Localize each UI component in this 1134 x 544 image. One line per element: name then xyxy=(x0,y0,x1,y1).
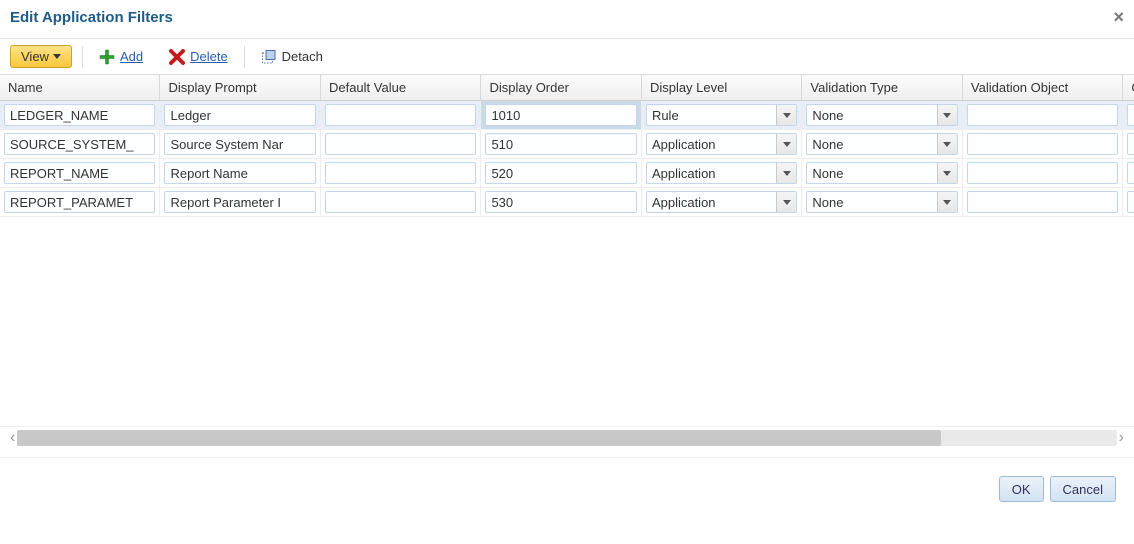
validation_object-input[interactable] xyxy=(967,162,1118,184)
delete-x-icon xyxy=(169,49,185,65)
display_level-value: Application xyxy=(647,134,776,154)
validation_type-select[interactable]: None xyxy=(806,133,957,155)
col-validation-object[interactable]: Validation Object xyxy=(963,75,1123,101)
view-menu-button[interactable]: View xyxy=(10,45,72,68)
chevron-down-icon[interactable] xyxy=(776,163,796,183)
display_order-input[interactable] xyxy=(485,162,636,184)
table-header-row: Name Display Prompt Default Value Displa… xyxy=(0,75,1134,101)
default_value-input[interactable] xyxy=(325,133,476,155)
validation_type-value: None xyxy=(807,134,936,154)
chevron-down-icon[interactable] xyxy=(937,105,957,125)
col-display-prompt[interactable]: Display Prompt xyxy=(160,75,320,101)
detach-icon xyxy=(261,49,277,65)
default_value-input[interactable] xyxy=(325,104,476,126)
display_level-value: Rule xyxy=(647,105,776,125)
ok-button[interactable]: OK xyxy=(999,476,1044,502)
display_prompt-input[interactable] xyxy=(164,191,315,213)
name-input[interactable] xyxy=(4,133,155,155)
view-menu-label: View xyxy=(21,49,49,64)
scroll-left-icon[interactable]: ‹ xyxy=(8,429,17,447)
dialog-title-bar: Edit Application Filters × xyxy=(0,0,1134,39)
condition-input[interactable] xyxy=(1127,133,1134,155)
col-validation-type[interactable]: Validation Type xyxy=(802,75,962,101)
display_level-select[interactable]: Application xyxy=(646,191,797,213)
chevron-down-icon[interactable] xyxy=(937,163,957,183)
horizontal-scrollbar[interactable]: ‹ › xyxy=(0,427,1134,453)
table-row[interactable]: Application None xyxy=(0,188,1134,217)
dialog-title: Edit Application Filters xyxy=(10,9,173,26)
name-input[interactable] xyxy=(4,104,155,126)
col-display-order[interactable]: Display Order xyxy=(481,75,641,101)
detach-button[interactable]: Detach xyxy=(255,47,329,67)
display_level-select[interactable]: Application xyxy=(646,133,797,155)
toolbar-separator xyxy=(244,46,245,68)
display_prompt-input[interactable] xyxy=(164,133,315,155)
validation_type-value: None xyxy=(807,163,936,183)
display_level-select[interactable]: Application xyxy=(646,162,797,184)
toolbar: View Add Delete Detach xyxy=(0,39,1134,74)
grid-empty-space xyxy=(0,217,1134,427)
default_value-input[interactable] xyxy=(325,191,476,213)
scroll-track[interactable] xyxy=(17,430,1116,446)
delete-button[interactable]: Delete xyxy=(163,47,234,67)
chevron-down-icon xyxy=(53,54,61,59)
display_order-input[interactable] xyxy=(485,104,636,126)
name-input[interactable] xyxy=(4,191,155,213)
col-display-level[interactable]: Display Level xyxy=(642,75,802,101)
validation_object-input[interactable] xyxy=(967,191,1118,213)
display_prompt-input[interactable] xyxy=(164,162,315,184)
scroll-right-icon[interactable]: › xyxy=(1117,429,1126,447)
col-condition[interactable]: Co xyxy=(1123,75,1134,101)
chevron-down-icon[interactable] xyxy=(937,134,957,154)
name-input[interactable] xyxy=(4,162,155,184)
validation_type-value: None xyxy=(807,192,936,212)
cancel-button[interactable]: Cancel xyxy=(1050,476,1116,502)
display_level-select[interactable]: Rule xyxy=(646,104,797,126)
col-default-value[interactable]: Default Value xyxy=(321,75,481,101)
condition-input[interactable] xyxy=(1127,104,1134,126)
default_value-input[interactable] xyxy=(325,162,476,184)
chevron-down-icon[interactable] xyxy=(776,105,796,125)
dialog-button-row: OK Cancel xyxy=(0,457,1134,512)
chevron-down-icon[interactable] xyxy=(776,134,796,154)
close-icon[interactable]: × xyxy=(1113,8,1124,26)
validation_type-select[interactable]: None xyxy=(806,162,957,184)
add-label: Add xyxy=(120,49,143,64)
toolbar-separator xyxy=(82,46,83,68)
plus-icon xyxy=(99,49,115,65)
display_prompt-input[interactable] xyxy=(164,104,315,126)
chevron-down-icon[interactable] xyxy=(937,192,957,212)
delete-label: Delete xyxy=(190,49,228,64)
validation_type-select[interactable]: None xyxy=(806,104,957,126)
col-name[interactable]: Name xyxy=(0,75,160,101)
table-row[interactable]: Application None xyxy=(0,130,1134,159)
display_level-value: Application xyxy=(647,192,776,212)
display_order-input[interactable] xyxy=(485,133,636,155)
grid: Name Display Prompt Default Value Displa… xyxy=(0,74,1134,453)
scroll-thumb[interactable] xyxy=(17,430,940,446)
chevron-down-icon[interactable] xyxy=(776,192,796,212)
condition-input[interactable] xyxy=(1127,191,1134,213)
display_order-input[interactable] xyxy=(485,191,636,213)
validation_type-select[interactable]: None xyxy=(806,191,957,213)
validation_object-input[interactable] xyxy=(967,133,1118,155)
table-row[interactable]: Application None xyxy=(0,159,1134,188)
detach-label: Detach xyxy=(282,49,323,64)
condition-input[interactable] xyxy=(1127,162,1134,184)
add-button[interactable]: Add xyxy=(93,47,149,67)
validation_object-input[interactable] xyxy=(967,104,1118,126)
validation_type-value: None xyxy=(807,105,936,125)
table-row[interactable]: Rule None xyxy=(0,101,1134,130)
display_level-value: Application xyxy=(647,163,776,183)
